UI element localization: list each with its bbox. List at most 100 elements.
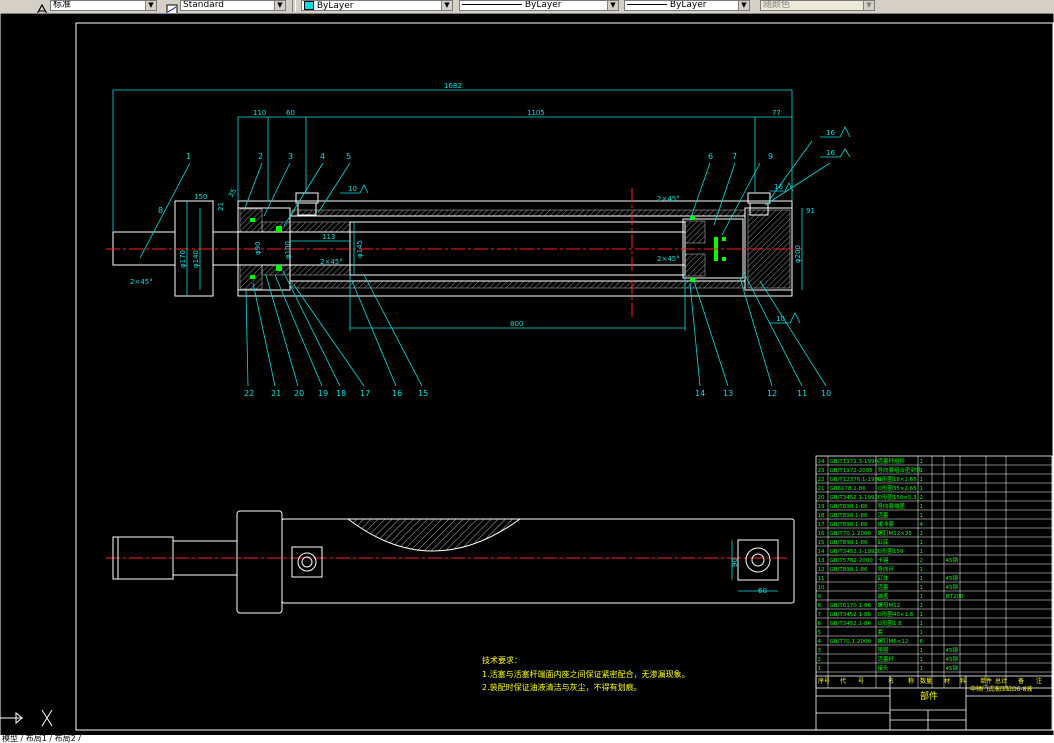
dim-150: 150 (194, 193, 207, 201)
dim-phi90: φ90 (254, 241, 262, 255)
bom-header-cell: 数量 (920, 677, 932, 685)
bom-cell: GB/T70.1-2000 (830, 639, 872, 645)
bom-cell: GB/T5782-2000 (830, 558, 874, 564)
bom-cell: 1 (920, 504, 924, 510)
balloon-4: 4 (320, 152, 325, 161)
bom-cell: O形圈1.8 (878, 619, 903, 627)
toolbar-separator (292, 0, 296, 12)
dim-110: 110 (253, 109, 266, 117)
title-block-text: 部件 中频门式液压缸D6-8液 (920, 685, 1032, 702)
balloon-21: 21 (271, 389, 281, 398)
bom-cell: 活塞 (878, 511, 890, 519)
bom-cell: GB/T3452.1-86 (830, 612, 872, 618)
bom-cell: 1 (920, 576, 924, 582)
roughness-1: 10 (348, 185, 357, 193)
bom-cell: 6 (920, 639, 924, 645)
layout-tabs[interactable]: 模型 / 布局1 / 布局2 / (0, 735, 1054, 743)
chevron-down-icon[interactable]: ▼ (863, 1, 874, 10)
balloon-2: 2 (258, 152, 263, 161)
bom-cell: 导向套组合密封件 (878, 466, 923, 474)
bom-cell: 10 (818, 585, 825, 591)
bom-cell: 套 (878, 628, 884, 636)
drawing-canvas[interactable]: 1682 110 60 1105 77 800 113 150 21 35 φ1… (0, 13, 1054, 743)
part-name: 部件 (920, 690, 938, 702)
cad-drawing: 1682 110 60 1105 77 800 113 150 21 35 φ1… (0, 13, 1054, 743)
bom-cell: 7 (818, 612, 822, 618)
bom-cell: 4 (818, 639, 822, 645)
dim-phi140: φ140 (192, 250, 200, 268)
bom-cell: GB/T70.1-2000 (830, 531, 872, 537)
plot-style-select[interactable]: 随颜色 ▼ (760, 0, 875, 11)
bom-cell: GB/T1972.3-1999 (830, 459, 879, 465)
bom-cell: GB/T6170.1-86 (830, 603, 872, 609)
tech-requirements: 技术要求： 1.活塞与活塞杆端面内座之间保证紧密配合，无渗漏现象。 2.装配时保… (482, 655, 690, 692)
bom-cell: 1 (920, 468, 924, 474)
dim-style-select[interactable]: Standard ▼ (180, 0, 286, 11)
roughness-4: 16 (774, 183, 783, 191)
bom-header-cell: 序号 (818, 677, 830, 685)
bom-cell: 45钢 (946, 655, 959, 663)
bom-cell: 螺钉M12×35 (878, 529, 913, 537)
chevron-down-icon[interactable]: ▼ (145, 1, 156, 10)
balloon-20: 20 (294, 389, 304, 398)
text-style-select[interactable]: 标准 ▼ (50, 0, 157, 11)
dim-chamfer1: 2×45° (130, 278, 153, 286)
bom-header-cell: 料 (960, 677, 966, 685)
dim-overall: 1682 (444, 82, 462, 90)
bom-cell: 24 (818, 459, 825, 465)
balloon-6: 6 (708, 152, 713, 161)
bom-cell: 6 (818, 621, 822, 627)
bom-cell: 1 (920, 459, 924, 465)
linetype-value: ByLayer (524, 0, 562, 10)
dim-style-icon[interactable] (166, 0, 178, 15)
dim-21: 21 (217, 202, 225, 211)
text-style-icon[interactable] (36, 0, 48, 15)
bom-cell: 垫圈 (878, 646, 890, 654)
chevron-down-icon[interactable]: ▼ (738, 1, 749, 10)
tech-req-line1: 1.活塞与活塞杆端面内座之间保证紧密配合，无渗漏现象。 (482, 669, 690, 679)
bom-cell: 45钢 (946, 574, 959, 582)
balloon-10: 10 (821, 389, 831, 398)
bom-cell: 13 (818, 558, 825, 564)
linetype-select[interactable]: ByLayer ▼ (459, 0, 619, 11)
bom-cell: GB/T3452.1-1992 (830, 549, 878, 555)
drawing-frame (75, 22, 1054, 731)
bom-cell: 14 (818, 549, 825, 555)
layer-color-select[interactable]: ByLayer ▼ (301, 0, 453, 11)
bom-cell: 1 (920, 666, 924, 672)
bom-cell: 11 (818, 576, 825, 582)
center-lines (106, 188, 802, 559)
balloon-7: 7 (732, 152, 737, 161)
bom-cell: 1 (920, 648, 924, 654)
bom-cell: O形圈18×2.65 (878, 475, 918, 483)
bom-header-cell: 材 (944, 677, 950, 685)
bom-cell: 3 (818, 648, 822, 654)
properties-toolbar: 标准 ▼ Standard ▼ ByLayer ▼ ByLayer ▼ ByLa… (0, 0, 1054, 15)
balloon-17: 17 (360, 389, 370, 398)
bom-cell: 卡键 (878, 556, 890, 564)
chevron-down-icon[interactable]: ▼ (607, 1, 618, 10)
bom-cell: 12 (818, 567, 825, 573)
balloon-1: 1 (186, 152, 191, 161)
dim-113: 113 (322, 233, 335, 241)
balloons-top: 1 2 3 4 5 6 7 8 9 (158, 152, 773, 215)
bom-cell: 1 (920, 585, 924, 591)
bom-cell: 45钢 (946, 664, 959, 672)
balloon-5: 5 (346, 152, 351, 161)
bom-cell: 螺母M12 (878, 601, 901, 609)
lineweight-select[interactable]: ByLayer ▼ (624, 0, 750, 11)
roughness-5: 10 (776, 315, 785, 323)
chevron-down-icon[interactable]: ▼ (274, 1, 285, 10)
bom-cell: 缓冲套 (878, 520, 895, 528)
bom-cell: 导向套端盖 (878, 502, 906, 510)
bom-cell: 22 (818, 477, 825, 483)
linetype-preview (462, 4, 522, 5)
bom-cell: GB/T1972-2005 (830, 468, 874, 474)
roughness-2: 16 (826, 129, 835, 137)
bom-cell: 8 (818, 603, 822, 609)
balloon-19: 19 (318, 389, 328, 398)
bom-cell: 1 (920, 486, 924, 492)
bom-cell: 23 (818, 468, 825, 474)
chevron-down-icon[interactable]: ▼ (441, 1, 452, 10)
bom-cell: 19 (818, 504, 825, 510)
